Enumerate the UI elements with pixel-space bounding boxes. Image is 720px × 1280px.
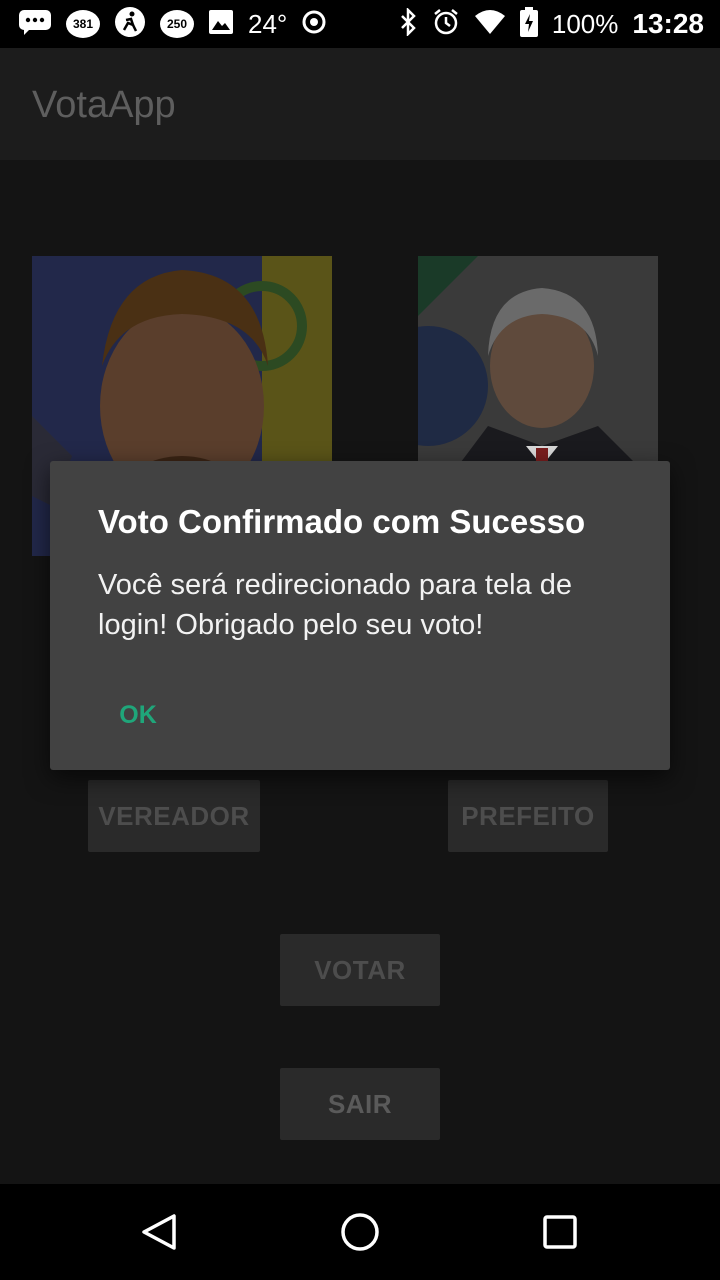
battery-charging-icon — [519, 7, 538, 41]
mail-icon: 381 — [66, 10, 100, 38]
image-icon — [208, 9, 234, 39]
battery-percent: 100% — [551, 8, 619, 39]
temperature: 24° — [248, 8, 288, 39]
recents-icon[interactable] — [536, 1208, 584, 1256]
clock: 13:28 — [632, 8, 704, 39]
app-bar: VotaApp — [0, 48, 720, 160]
fitness-icon — [114, 6, 146, 42]
mail-icon: 250 — [160, 10, 194, 38]
vereador-button[interactable]: VEREADOR — [88, 780, 260, 852]
location-icon — [301, 9, 327, 39]
confirmation-dialog: Voto Confirmado com Sucesso Você será re… — [50, 461, 670, 770]
status-bar: 381 250 24° 100% 13:28 — [0, 0, 720, 48]
app-title: VotaApp — [32, 84, 176, 126]
home-icon[interactable] — [336, 1208, 384, 1256]
back-icon[interactable] — [136, 1208, 184, 1256]
votar-button[interactable]: VOTAR — [280, 934, 440, 1006]
dialog-title: Voto Confirmado com Sucesso — [98, 503, 586, 540]
wifi-icon — [474, 9, 506, 39]
dialog-message: Você será redirecionado para tela de log… — [98, 569, 572, 641]
alarm-icon — [432, 8, 460, 40]
navigation-bar — [0, 1184, 720, 1280]
bluetooth-icon — [398, 6, 418, 40]
prefeito-button[interactable]: PREFEITO — [448, 780, 608, 852]
candidate-photo-prefeito[interactable] — [418, 256, 658, 466]
messages-icon — [18, 9, 52, 39]
sair-button[interactable]: SAIR — [280, 1068, 440, 1140]
ok-button[interactable]: OK — [108, 687, 168, 743]
